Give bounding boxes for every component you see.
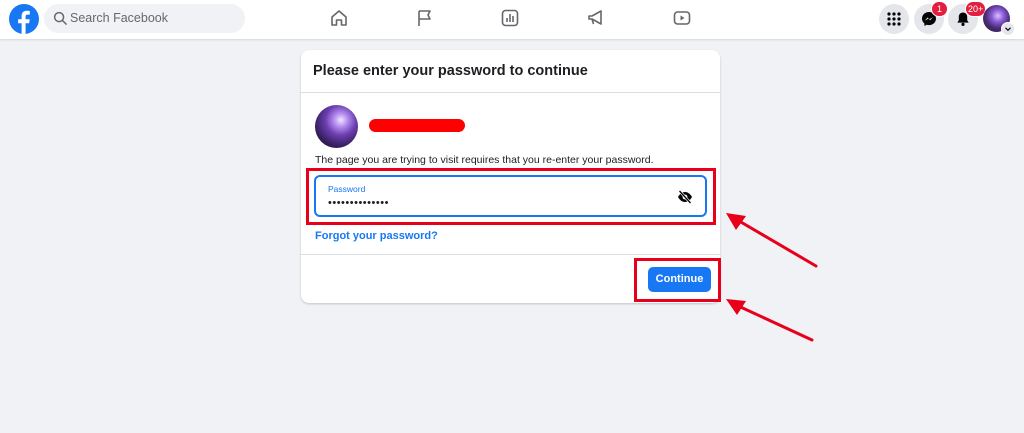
divider xyxy=(301,254,720,255)
messenger-button[interactable]: 1 xyxy=(914,1,948,34)
notifications-button[interactable]: 20+ xyxy=(948,1,987,34)
messenger-badge: 1 xyxy=(931,1,948,17)
profile-picture xyxy=(315,105,358,148)
facebook-logo-icon[interactable] xyxy=(9,4,39,34)
dialog-message: The page you are trying to visit require… xyxy=(315,154,654,166)
continue-button-highlight xyxy=(634,258,721,302)
password-field-highlight xyxy=(306,168,716,225)
top-navigation-bar: Search Facebook 1 20+ xyxy=(0,0,1024,39)
menu-button[interactable] xyxy=(879,4,909,34)
video-icon[interactable] xyxy=(672,8,692,28)
search-input[interactable]: Search Facebook xyxy=(44,4,245,33)
megaphone-icon[interactable] xyxy=(586,8,606,28)
flag-icon[interactable] xyxy=(415,8,435,28)
analytics-icon[interactable] xyxy=(500,8,520,28)
forgot-password-link[interactable]: Forgot your password? xyxy=(315,230,438,242)
home-icon[interactable] xyxy=(329,8,349,28)
grid-menu-icon xyxy=(887,12,901,26)
dialog-title: Please enter your password to continue xyxy=(313,63,588,79)
search-icon xyxy=(53,11,67,25)
arrow-pointing-to-continue xyxy=(726,299,814,342)
redacted-username xyxy=(369,119,465,132)
account-menu-button[interactable] xyxy=(1001,22,1015,36)
arrow-pointing-to-password xyxy=(726,213,818,268)
divider xyxy=(301,92,720,93)
chevron-down-icon xyxy=(1005,27,1011,32)
search-placeholder: Search Facebook xyxy=(70,11,168,25)
